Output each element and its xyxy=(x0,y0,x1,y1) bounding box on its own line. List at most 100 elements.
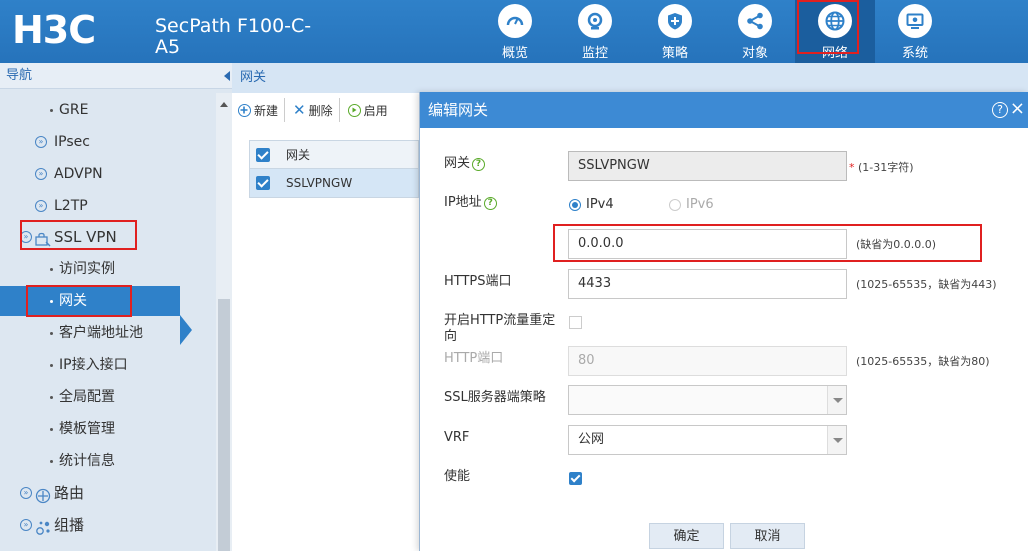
vrf-select[interactable]: 公网 xyxy=(568,425,847,455)
row-checkbox[interactable] xyxy=(256,176,270,190)
enable-checkbox[interactable] xyxy=(569,472,582,485)
sidebar-item-label: 客户端地址池 xyxy=(59,325,143,341)
close-icon[interactable]: × xyxy=(1010,99,1025,119)
nav-system[interactable]: 系统 xyxy=(875,0,955,63)
dialog-title-bar: 编辑网关 ? × xyxy=(420,92,1028,128)
sidebar-item-label: 统计信息 xyxy=(59,453,115,469)
ip-address-label: IP地址? xyxy=(444,195,497,211)
expand-icon[interactable]: » xyxy=(35,168,47,180)
bullet-icon xyxy=(50,300,53,303)
help-icon[interactable]: ? xyxy=(992,102,1008,118)
gateway-hint: * (1-31字符) xyxy=(849,161,914,175)
ok-button[interactable]: 确定 xyxy=(649,523,724,549)
chevron-down-icon[interactable] xyxy=(827,426,846,454)
enable-label: 使能 xyxy=(444,469,471,484)
sidebar-item-ipsec[interactable]: » IPsec xyxy=(0,127,216,157)
breadcrumb: 网关 xyxy=(232,63,1028,93)
enable-label: 启用 xyxy=(363,103,388,118)
nav-monitor[interactable]: 监控 xyxy=(555,0,635,63)
sidebar-item-statistics[interactable]: 统计信息 xyxy=(0,446,216,476)
sidebar-item-advpn[interactable]: » ADVPN xyxy=(0,159,216,189)
sidebar-item-gre[interactable]: GRE xyxy=(0,95,216,125)
ip-label-text: IP地址 xyxy=(444,195,482,210)
gateway-name-input[interactable]: SSLVPNGW xyxy=(568,151,847,181)
expand-icon[interactable]: » xyxy=(20,487,32,499)
row-cell: SSLVPNGW xyxy=(286,176,353,190)
radio-unselected-icon xyxy=(669,198,681,211)
bullet-icon xyxy=(50,460,53,463)
enable-button[interactable]: 启用 xyxy=(347,98,394,122)
bullet-icon xyxy=(50,268,53,271)
ipv4-label: IPv4 xyxy=(586,197,614,212)
vrf-value: 公网 xyxy=(578,432,605,447)
shield-icon xyxy=(658,4,692,38)
settings-screen-icon xyxy=(898,4,932,38)
sidebar-item-global-config[interactable]: 全局配置 xyxy=(0,382,216,412)
http-port-input[interactable]: 80 xyxy=(568,346,847,376)
nav-label: 对象 xyxy=(741,46,768,61)
sidebar-item-routing[interactable]: » 路由 xyxy=(0,478,216,508)
http-redirect-checkbox[interactable] xyxy=(569,316,582,329)
nav-label: 策略 xyxy=(661,46,688,61)
ssl-server-policy-select[interactable] xyxy=(568,385,847,415)
sidebar-item-label: 组播 xyxy=(54,516,85,534)
select-all-checkbox[interactable] xyxy=(256,147,270,162)
scroll-up-icon[interactable] xyxy=(220,102,228,107)
nav-policy[interactable]: 策略 xyxy=(635,0,715,63)
sidebar-item-multicast[interactable]: » 组播 xyxy=(0,510,216,540)
sidebar-item-label: 全局配置 xyxy=(59,389,115,405)
sidebar-item-ip-access-interface[interactable]: IP接入接口 xyxy=(0,350,216,380)
sidebar-item-l2tp[interactable]: » L2TP xyxy=(0,191,216,221)
http-port-hint: (1025-65535，缺省为80) xyxy=(856,355,990,368)
nav-overview[interactable]: 概览 xyxy=(475,0,555,63)
sidebar-item-label: SSL VPN xyxy=(54,228,117,246)
ipv4-radio[interactable]: IPv4 xyxy=(569,197,614,212)
delete-button[interactable]: ✕ 删除 xyxy=(293,98,340,122)
expand-icon[interactable]: » xyxy=(35,200,47,212)
question-icon[interactable]: ? xyxy=(472,158,486,171)
bullet-icon xyxy=(50,364,53,367)
delete-icon: ✕ xyxy=(293,101,306,119)
expand-icon[interactable]: » xyxy=(20,519,32,531)
sidebar-item-label: ADVPN xyxy=(54,166,103,182)
column-header: 网关 xyxy=(286,147,311,162)
ip-hint: (缺省为0.0.0.0) xyxy=(856,238,937,251)
https-port-hint: (1025-65535，缺省为443) xyxy=(856,278,997,291)
new-button[interactable]: 新建 xyxy=(238,98,286,122)
sidebar-item-label: 路由 xyxy=(54,484,85,502)
collapse-icon[interactable]: » xyxy=(20,231,32,243)
ipv6-radio[interactable]: IPv6 xyxy=(669,197,714,212)
ip-address-input[interactable]: 0.0.0.0 xyxy=(568,229,847,259)
vrf-label: VRF xyxy=(444,430,470,445)
sidebar-item-label: L2TP xyxy=(54,198,88,214)
collapse-sidebar-icon[interactable] xyxy=(224,71,230,81)
play-icon xyxy=(347,103,361,117)
nav-tree: GRE » IPsec » ADVPN » L2TP » SSL VPN 访问实例 网… xyxy=(0,93,216,551)
chevron-down-icon[interactable] xyxy=(827,386,846,414)
bullet-icon xyxy=(50,332,53,335)
plus-icon xyxy=(238,103,251,117)
sidebar-item-ssl-vpn[interactable]: » SSL VPN xyxy=(0,222,216,252)
nav-label: 系统 xyxy=(901,46,928,61)
gateway-hint-text: (1-31字符) xyxy=(858,161,914,174)
sidebar-item-template[interactable]: 模板管理 xyxy=(0,414,216,444)
sidebar-item-label: GRE xyxy=(59,102,89,118)
ssl-server-policy-label: SSL服务器端策略 xyxy=(444,390,546,405)
sidebar-scrollbar[interactable] xyxy=(216,93,232,551)
sidebar-item-gateway[interactable]: 网关 xyxy=(0,286,180,316)
scroll-thumb[interactable] xyxy=(218,299,230,551)
table-row[interactable]: SSLVPNGW xyxy=(250,169,418,197)
cancel-button[interactable]: 取消 xyxy=(730,523,805,549)
bullet-icon xyxy=(50,428,53,431)
nav-network[interactable]: 网络 xyxy=(795,0,875,63)
expand-icon[interactable]: » xyxy=(35,136,47,148)
sidebar-item-access-instance[interactable]: 访问实例 xyxy=(0,254,216,284)
https-port-input[interactable]: 4433 xyxy=(568,269,847,299)
sidebar-item-label: IP接入接口 xyxy=(59,357,128,373)
question-icon[interactable]: ? xyxy=(483,197,497,210)
table-header: 网关 xyxy=(250,141,418,169)
nav-object[interactable]: 对象 xyxy=(715,0,795,63)
sidebar-item-label: 模板管理 xyxy=(59,421,115,437)
sidebar-item-label: IPsec xyxy=(54,134,90,150)
nav-label: 监控 xyxy=(581,46,608,61)
